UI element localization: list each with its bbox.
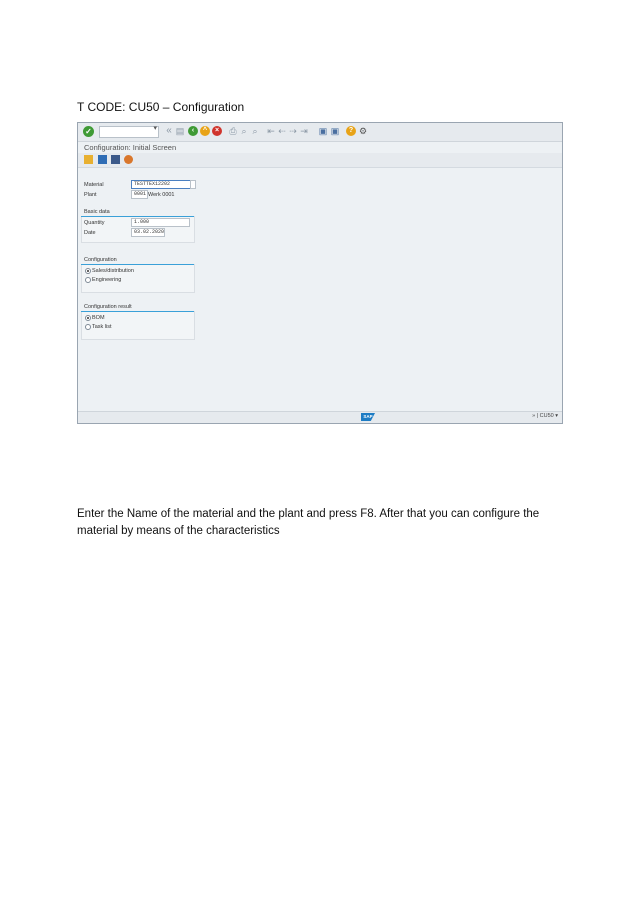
radio-engineering[interactable] xyxy=(85,277,91,283)
plant-label: Plant xyxy=(84,192,97,198)
page-heading: T CODE: CU50 – Configuration xyxy=(77,100,245,114)
print-icon[interactable]: ⎙ xyxy=(228,126,238,136)
sales-distribution-label: Sales/distribution xyxy=(92,268,134,274)
last-page-icon[interactable]: ⇥ xyxy=(299,126,309,136)
engineering-label: Engineering xyxy=(92,277,122,283)
plant-field[interactable]: 0001 xyxy=(131,190,148,199)
search-help-button[interactable] xyxy=(190,180,196,189)
instruction-paragraph: Enter the Name of the material and the p… xyxy=(77,508,540,537)
settings-icon[interactable]: ⚙ xyxy=(358,126,368,136)
double-chevron-left-icon[interactable]: « xyxy=(164,126,174,136)
basic-data-title: Basic data xyxy=(84,209,110,215)
radio-task-list[interactable] xyxy=(85,324,91,330)
command-field[interactable]: ▾ xyxy=(99,125,159,138)
back-icon[interactable]: ‹ xyxy=(188,126,198,136)
prefix-glyph: » xyxy=(532,413,536,419)
date-field[interactable]: 03.02.2020 xyxy=(131,228,165,237)
configuration-divider xyxy=(81,264,194,265)
material-field[interactable]: TESTTEX12202 xyxy=(131,180,191,189)
tcode-text: CU50 xyxy=(539,413,554,419)
material-label: Material xyxy=(84,182,104,188)
save-icon[interactable]: ▤ xyxy=(175,126,185,136)
radio-bom[interactable] xyxy=(85,315,91,321)
configuration-result-divider xyxy=(81,311,194,312)
characteristics-icon[interactable] xyxy=(111,155,120,164)
previous-page-icon[interactable]: ⇠ xyxy=(277,126,287,136)
quantity-label: Quantity xyxy=(84,220,105,226)
basic-data-divider xyxy=(81,216,194,217)
task-list-label: Task list xyxy=(92,324,112,330)
cancel-icon[interactable]: × xyxy=(212,126,222,136)
find-next-icon[interactable]: ⌕ xyxy=(250,126,260,136)
application-toolbar xyxy=(78,153,562,168)
chevron-down-icon: ▾ xyxy=(153,125,157,132)
first-page-icon[interactable]: ⇤ xyxy=(266,126,276,136)
help-icon[interactable]: ? xyxy=(346,126,356,136)
transaction-code[interactable]: » | CU50 ▾ xyxy=(532,413,558,419)
create-icon[interactable] xyxy=(84,155,93,164)
configuration-title: Configuration xyxy=(84,257,117,263)
result-icon[interactable] xyxy=(124,155,133,164)
sap-logo: SAP xyxy=(361,413,375,421)
configuration-result-title: Configuration result xyxy=(84,304,132,310)
exit-icon[interactable]: ^ xyxy=(200,126,210,136)
display-icon[interactable] xyxy=(98,155,107,164)
enter-check-icon[interactable]: ✓ xyxy=(83,126,94,137)
sap-toolbar: ✓ ▾ « ▤ ‹ ^ × ⎙ ⌕ ⌕ ⇤ ⇠ ⇢ ⇥ ▣ ▣ ? ⚙ xyxy=(78,123,562,142)
bom-label: BOM xyxy=(92,315,105,321)
status-bar: SAP » | CU50 ▾ xyxy=(78,411,562,423)
new-session-icon[interactable]: ▣ xyxy=(318,126,328,136)
date-label: Date xyxy=(84,230,96,236)
sap-screenshot: ✓ ▾ « ▤ ‹ ^ × ⎙ ⌕ ⌕ ⇤ ⇠ ⇢ ⇥ ▣ ▣ ? ⚙ Conf… xyxy=(77,122,563,424)
screen-title: Configuration: Initial Screen xyxy=(84,143,177,152)
next-page-icon[interactable]: ⇢ xyxy=(288,126,298,136)
plant-description: Werk 0001 xyxy=(148,192,175,198)
radio-sales-distribution[interactable] xyxy=(85,268,91,274)
find-icon[interactable]: ⌕ xyxy=(239,126,249,136)
shortcut-icon[interactable]: ▣ xyxy=(330,126,340,136)
quantity-field[interactable]: 1.000 xyxy=(131,218,190,227)
